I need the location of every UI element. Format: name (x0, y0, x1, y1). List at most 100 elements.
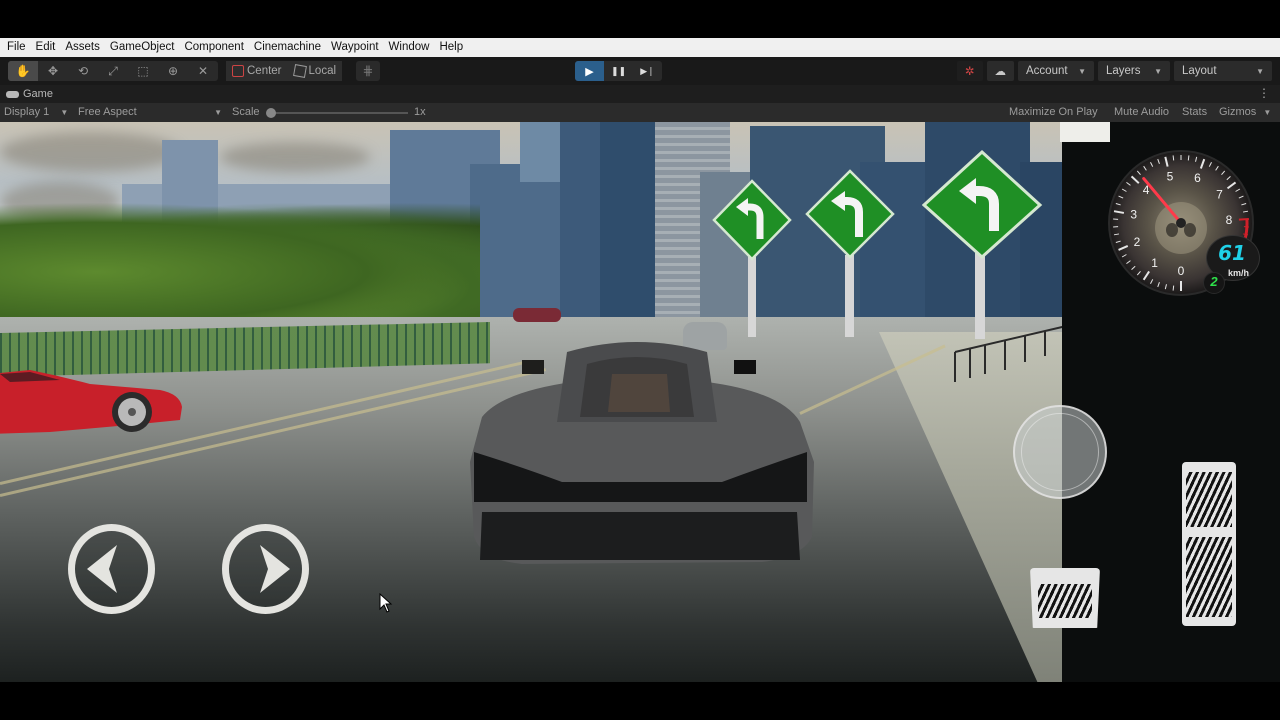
pillar (1060, 122, 1110, 142)
transform-icon: ⊕ (167, 64, 179, 78)
letterbox-bottom (0, 682, 1280, 720)
layers-label: Layers (1106, 65, 1141, 77)
chevron-down-icon: ▼ (60, 108, 69, 117)
road-sign-left-turn (712, 179, 792, 337)
custom-tool-button[interactable]: ✕ (188, 61, 218, 81)
mute-audio-toggle[interactable]: Mute Audio (1114, 106, 1169, 119)
pivot-center-button[interactable]: Center (226, 61, 288, 81)
mouse-cursor-icon (379, 593, 393, 613)
rect-tool-button[interactable]: ⬚ (128, 61, 158, 81)
gear-indicator: 2 (1210, 274, 1218, 289)
gauge-minor-tick (1172, 285, 1175, 291)
scale-label: Scale (232, 106, 260, 118)
steer-left-button[interactable] (68, 524, 155, 614)
red-car (0, 370, 182, 434)
cloud-button[interactable]: ☁ (986, 61, 1014, 81)
game-view-controls: Display 1 ▼ Free Aspect ▼ Scale 1x Maximi… (0, 103, 1280, 122)
menu-edit[interactable]: Edit (32, 38, 60, 57)
gauge-minor-tick (1187, 155, 1190, 161)
maximize-on-play-toggle[interactable]: Maximize On Play (1009, 106, 1098, 119)
gauge-label: 0 (1178, 264, 1185, 278)
tools-icon: ✕ (197, 64, 209, 78)
menu-waypoint[interactable]: Waypoint (327, 38, 383, 57)
gauge-label: 1 (1151, 256, 1158, 270)
scale-slider-track[interactable] (268, 112, 408, 114)
collab-button[interactable]: ✲ (956, 61, 983, 81)
gas-pedal[interactable] (1182, 462, 1236, 626)
gauge-label: 7 (1216, 187, 1223, 201)
pause-icon: ❚❚ (610, 65, 627, 76)
grid-icon: ⋕ (362, 63, 374, 78)
move-tool-button[interactable]: ✥ (38, 61, 68, 81)
display-dropdown[interactable]: Display 1 ▼ (4, 106, 68, 119)
aspect-dropdown[interactable]: Free Aspect ▼ (78, 106, 222, 119)
playback-controls: ▶ ❚❚ ▶❘ (575, 61, 662, 81)
rotate-tool-button[interactable]: ⟲ (68, 61, 98, 81)
pause-button[interactable]: ❚❚ (604, 61, 633, 81)
more-options-icon[interactable]: ⋮ (1258, 86, 1270, 100)
display-label: Display 1 (4, 106, 50, 118)
scale-icon: ⤢ (108, 63, 118, 78)
rotation-label: Local (308, 65, 337, 77)
layout-label: Layout (1182, 65, 1217, 77)
menu-cinemachine[interactable]: Cinemachine (250, 38, 325, 57)
distant-car (513, 308, 561, 322)
right-toolbar: ✲ ☁ Account ▼ Layers ▼ Layout ▼ (956, 61, 1272, 81)
tab-game-label: Game (23, 88, 53, 100)
scale-slider-handle[interactable] (266, 108, 276, 118)
chevron-down-icon: ▼ (1154, 66, 1162, 76)
speed-value: 61 (1218, 241, 1246, 265)
cloud-icon: ☁ (994, 66, 1007, 78)
pivot-icon (232, 65, 244, 77)
arrow-right-icon (260, 545, 290, 593)
road-sign-left-turn (805, 169, 895, 337)
stats-toggle[interactable]: Stats (1182, 106, 1207, 119)
pivot-local-button[interactable]: Local (287, 61, 343, 81)
screen: File Edit Assets GameObject Component Ci… (0, 0, 1280, 720)
building (600, 122, 660, 322)
letterbox-top (0, 0, 1280, 38)
hand-tool-button[interactable]: ✋ (8, 61, 38, 81)
brake-pedal[interactable] (1030, 568, 1100, 628)
gamepad-icon (6, 90, 19, 98)
pedal-grip (1186, 472, 1232, 527)
main-toolbar: ✋ ✥ ⟲ ⤢ ⬚ ⊕ ✕ Center Local ⋕ ▶ ❚❚ ▶❘ ✲ ☁… (0, 57, 1280, 85)
step-button[interactable]: ▶❘ (633, 61, 662, 81)
pivot-group: Center Local (226, 61, 343, 81)
cloud (0, 132, 180, 172)
layout-dropdown[interactable]: Layout ▼ (1174, 61, 1272, 81)
handbrake-button[interactable] (1013, 405, 1107, 499)
play-button[interactable]: ▶ (575, 61, 604, 81)
chevron-down-icon: ▼ (1263, 108, 1272, 117)
layers-dropdown[interactable]: Layers ▼ (1098, 61, 1170, 81)
menu-help[interactable]: Help (435, 38, 467, 57)
game-viewport[interactable]: 0123456789 61 km/h 2 (0, 122, 1280, 682)
menu-file[interactable]: File (3, 38, 30, 57)
gauge-label: 2 (1134, 235, 1141, 249)
chevron-down-icon: ▼ (1256, 66, 1264, 76)
cloud (220, 142, 370, 172)
grid-snap-button[interactable]: ⋕ (356, 61, 380, 81)
transform-tools: ✋ ✥ ⟲ ⤢ ⬚ ⊕ ✕ (8, 61, 218, 81)
player-car (470, 342, 814, 564)
needle-hub (1176, 218, 1186, 228)
chevron-down-icon: ▼ (214, 108, 222, 117)
step-icon: ▶❘ (640, 65, 655, 76)
gauge-minor-tick (1172, 155, 1175, 161)
transform-tool-button[interactable]: ⊕ (158, 61, 188, 81)
play-icon: ▶ (585, 65, 594, 78)
menu-window[interactable]: Window (385, 38, 434, 57)
rotate-icon: ⟲ (77, 64, 89, 78)
scale-tool-button[interactable]: ⤢ (98, 61, 128, 81)
mirror (522, 360, 544, 374)
pedal-grip (1186, 537, 1232, 617)
menu-component[interactable]: Component (180, 38, 247, 57)
gizmos-dropdown[interactable]: Gizmos ▼ (1219, 106, 1271, 119)
rect-icon: ⬚ (137, 64, 149, 78)
tab-game[interactable]: Game (6, 86, 53, 102)
account-dropdown[interactable]: Account ▼ (1018, 61, 1094, 81)
steer-right-button[interactable] (222, 524, 309, 614)
menu-assets[interactable]: Assets (61, 38, 104, 57)
menu-gameobject[interactable]: GameObject (106, 38, 179, 57)
chevron-down-icon: ▼ (1078, 66, 1086, 76)
